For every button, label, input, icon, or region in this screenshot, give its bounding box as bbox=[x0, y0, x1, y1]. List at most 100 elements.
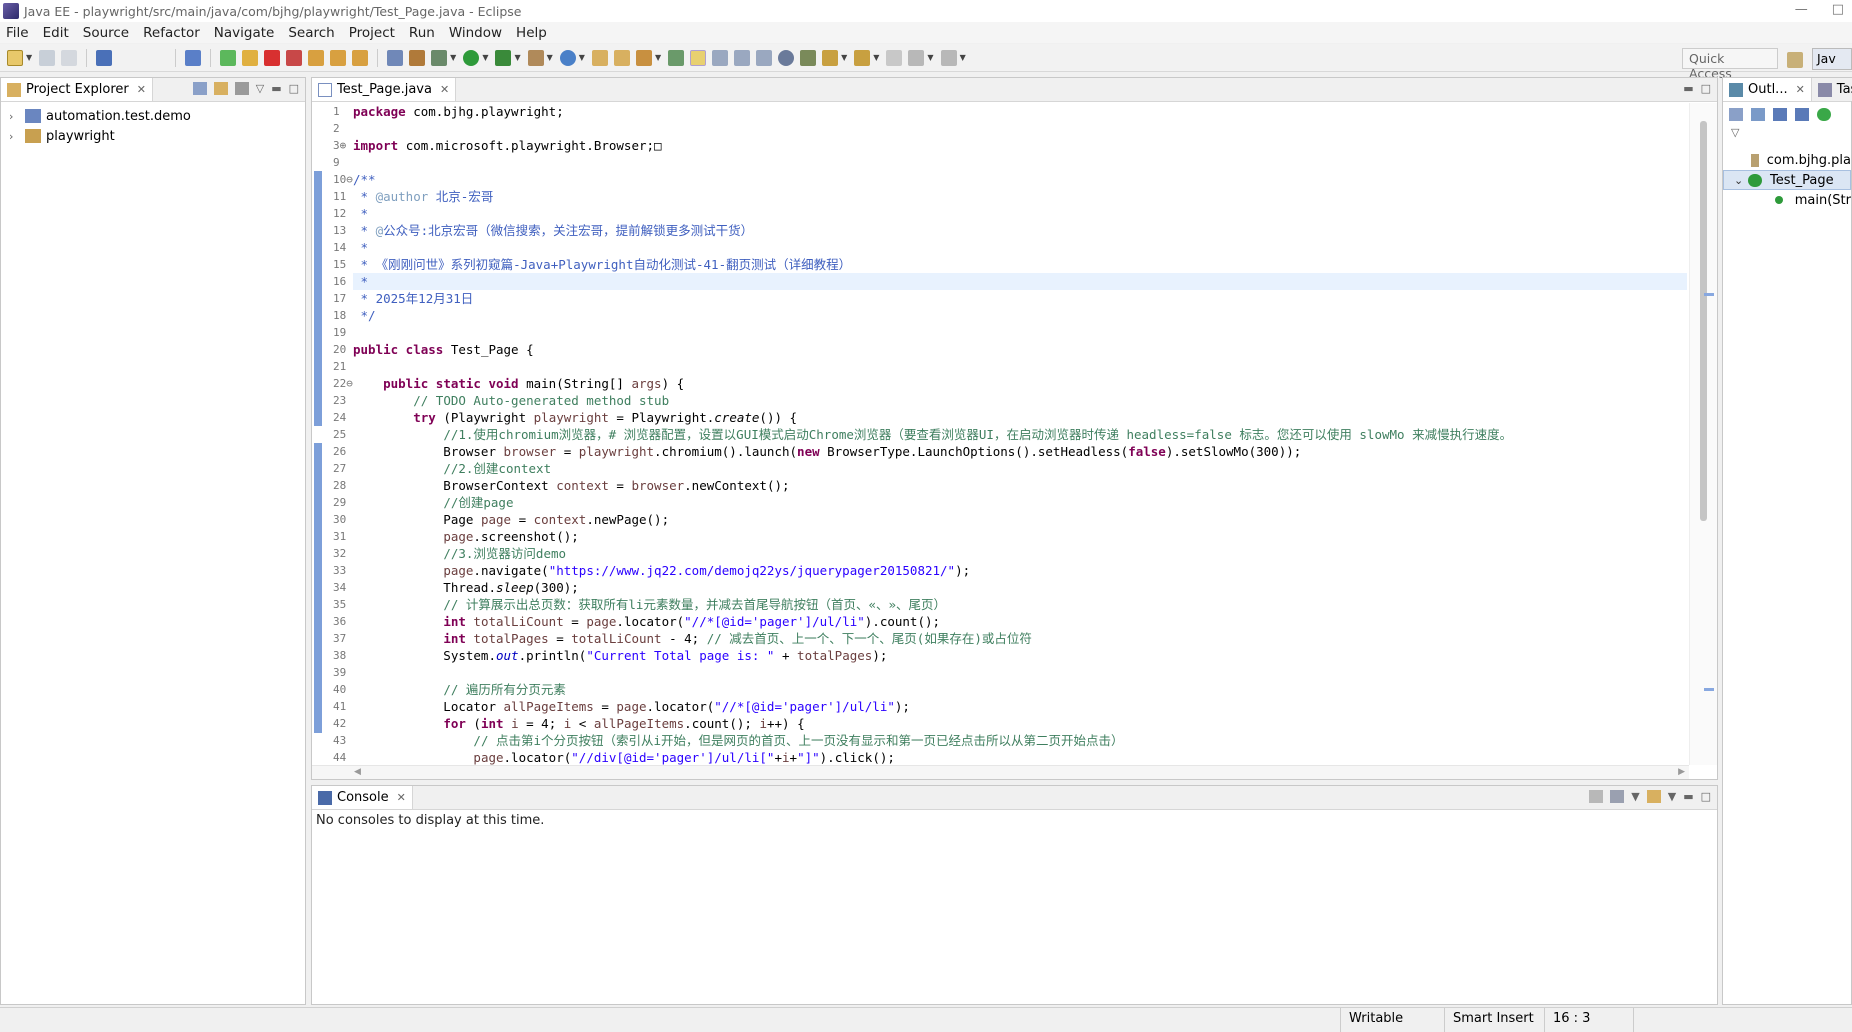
open-folder-icon[interactable] bbox=[591, 49, 608, 66]
last-edit-icon[interactable] bbox=[886, 49, 903, 66]
code-line[interactable]: //2.创建context bbox=[353, 460, 1687, 477]
code-line[interactable]: //3.浏览器访问demo bbox=[353, 545, 1687, 562]
code-line[interactable] bbox=[353, 154, 1687, 171]
code-line[interactable]: int totalLiCount = page.locator("//*[@id… bbox=[353, 613, 1687, 630]
debug-icon[interactable] bbox=[431, 49, 448, 66]
code-line[interactable]: package com.bjhg.playwright; bbox=[353, 103, 1687, 120]
tab-test-page-java[interactable]: Test_Page.java ✕ bbox=[312, 78, 457, 101]
resume-icon[interactable] bbox=[220, 49, 237, 66]
maximize-button[interactable]: □ bbox=[1832, 2, 1844, 17]
overview-marker[interactable] bbox=[1704, 293, 1714, 296]
filters-icon[interactable] bbox=[234, 82, 249, 95]
outline-class[interactable]: ⌄ Test_Page bbox=[1723, 170, 1851, 190]
code-line[interactable]: //1.使用chromium浏览器，# 浏览器配置，设置以GUI模式启动Chro… bbox=[353, 426, 1687, 443]
new-java-dropdown-icon[interactable]: ▼ bbox=[579, 53, 585, 62]
sort-icon[interactable] bbox=[1751, 107, 1765, 121]
quick-access-input[interactable]: Quick Access bbox=[1682, 48, 1778, 81]
code-line[interactable]: import com.microsoft.playwright.Browser;… bbox=[353, 137, 1687, 154]
terminate-icon[interactable] bbox=[264, 49, 281, 66]
hide-static-icon[interactable] bbox=[1795, 107, 1809, 121]
new-dropdown-icon[interactable]: ▼ bbox=[26, 53, 32, 62]
menu-source[interactable]: Source bbox=[83, 25, 129, 41]
chevron-right-icon[interactable]: › bbox=[9, 130, 21, 143]
save-icon[interactable] bbox=[39, 49, 56, 66]
code-line[interactable]: page.navigate("https://www.jq22.com/demo… bbox=[353, 562, 1687, 579]
close-icon[interactable]: ✕ bbox=[1796, 83, 1805, 96]
source-code[interactable]: package com.bjhg.playwright; import com.m… bbox=[353, 103, 1687, 765]
minimize-button[interactable]: — bbox=[1795, 2, 1808, 17]
menu-project[interactable]: Project bbox=[349, 25, 395, 41]
code-line[interactable]: public class Test_Page { bbox=[353, 341, 1687, 358]
code-line[interactable]: Browser browser = playwright.chromium().… bbox=[353, 443, 1687, 460]
step-into-icon[interactable] bbox=[308, 49, 325, 66]
scroll-right-icon[interactable]: ▶ bbox=[1678, 767, 1685, 777]
code-line[interactable]: */ bbox=[353, 307, 1687, 324]
skip-breakpoints-icon[interactable] bbox=[185, 49, 202, 66]
status-insert-mode[interactable]: Smart Insert bbox=[1444, 1008, 1542, 1032]
open-console-icon[interactable] bbox=[1646, 790, 1661, 803]
view-menu-icon[interactable]: ▽ bbox=[256, 82, 264, 95]
maximize-icon[interactable]: □ bbox=[289, 82, 299, 95]
open-console-dropdown-icon[interactable]: ▼ bbox=[1668, 790, 1676, 803]
previous-annotation-dropdown-icon[interactable]: ▼ bbox=[873, 53, 879, 62]
close-icon[interactable]: ✕ bbox=[440, 83, 449, 96]
search-dropdown-icon[interactable]: ▼ bbox=[655, 53, 661, 62]
code-line[interactable]: page.screenshot(); bbox=[353, 528, 1687, 545]
external-tools-icon[interactable] bbox=[527, 49, 544, 66]
hide-fields-icon[interactable] bbox=[1773, 107, 1787, 121]
code-line[interactable]: * 《刚刚问世》系列初窥篇-Java+Playwright自动化测试-41-翻页… bbox=[353, 256, 1687, 273]
next-annotation-icon[interactable] bbox=[822, 49, 839, 66]
open-task-icon[interactable] bbox=[613, 49, 630, 66]
run-dropdown-icon[interactable]: ▼ bbox=[482, 53, 488, 62]
annotation-ruler[interactable] bbox=[312, 103, 323, 765]
forward-icon[interactable] bbox=[940, 49, 957, 66]
minimize-icon[interactable]: ▬ bbox=[271, 82, 281, 95]
code-line[interactable]: /** bbox=[353, 171, 1687, 188]
menu-file[interactable]: File bbox=[6, 25, 29, 41]
code-line[interactable]: try (Playwright playwright = Playwright.… bbox=[353, 409, 1687, 426]
chevron-right-icon[interactable]: › bbox=[9, 110, 21, 123]
toggle-mark-icon[interactable] bbox=[668, 49, 685, 66]
open-type-icon[interactable] bbox=[387, 49, 404, 66]
annotation-icon[interactable] bbox=[800, 49, 817, 66]
external-tools-dropdown-icon[interactable]: ▼ bbox=[547, 53, 553, 62]
code-line[interactable]: * bbox=[353, 239, 1687, 256]
code-line[interactable]: page.locator("//div[@id='pager']/ul/li["… bbox=[353, 749, 1687, 765]
code-line[interactable]: Locator allPageItems = page.locator("//*… bbox=[353, 698, 1687, 715]
code-line[interactable]: int totalPages = totalLiCount - 4; // 减去… bbox=[353, 630, 1687, 647]
tab-task-list[interactable]: Tas bbox=[1811, 78, 1852, 101]
maximize-icon[interactable]: □ bbox=[1701, 82, 1711, 95]
editor-horizontal-scrollbar[interactable]: ◀ ▶ bbox=[312, 765, 1689, 779]
code-line[interactable]: System.out.println("Current Total page i… bbox=[353, 647, 1687, 664]
tree-item-project[interactable]: › automation.test.demo bbox=[1, 106, 305, 126]
terminal-icon[interactable] bbox=[96, 49, 113, 66]
toggle-highlight-icon[interactable] bbox=[690, 49, 707, 66]
scrollbar-thumb[interactable] bbox=[1700, 121, 1707, 521]
forward-dropdown-icon[interactable]: ▼ bbox=[960, 53, 966, 62]
code-line[interactable]: * bbox=[353, 273, 1687, 290]
menu-edit[interactable]: Edit bbox=[43, 25, 69, 41]
close-icon[interactable]: ✕ bbox=[137, 83, 146, 96]
editor-vertical-scrollbar[interactable] bbox=[1689, 103, 1717, 765]
code-line[interactable] bbox=[353, 358, 1687, 375]
pin-console-icon[interactable] bbox=[1589, 790, 1604, 803]
display-console-dropdown-icon[interactable]: ▼ bbox=[1631, 790, 1639, 803]
maximize-icon[interactable]: □ bbox=[1701, 790, 1711, 803]
disconnect-icon[interactable] bbox=[286, 49, 303, 66]
code-line[interactable]: * 2025年12月31日 bbox=[353, 290, 1687, 307]
code-line[interactable]: public static void main(String[] args) { bbox=[353, 375, 1687, 392]
step-over-icon[interactable] bbox=[330, 49, 347, 66]
new-java-project-icon[interactable] bbox=[559, 49, 576, 66]
code-editor[interactable]: 1 2 3⊕ 9 10⊖ 11 12 13 14 15 16 17 18 19 20 21 22⊖ 23 24 25 2… bbox=[312, 103, 1717, 765]
new-icon[interactable] bbox=[7, 49, 23, 66]
block-selection-icon[interactable] bbox=[734, 49, 751, 66]
save-all-icon[interactable] bbox=[61, 49, 78, 66]
code-line[interactable]: * @author 北京-宏哥 bbox=[353, 188, 1687, 205]
scroll-left-icon[interactable]: ◀ bbox=[354, 767, 361, 777]
run-icon[interactable] bbox=[463, 49, 480, 66]
menu-window[interactable]: Window bbox=[449, 25, 502, 41]
code-line[interactable]: // 点击第i个分页按钮（索引从i开始，但是网页的首页、上一页没有显示和第一页已… bbox=[353, 732, 1687, 749]
tree-item-project[interactable]: › playwright bbox=[1, 126, 305, 146]
status-cursor-position[interactable]: 16 : 3 bbox=[1544, 1008, 1634, 1032]
code-line[interactable] bbox=[353, 120, 1687, 137]
